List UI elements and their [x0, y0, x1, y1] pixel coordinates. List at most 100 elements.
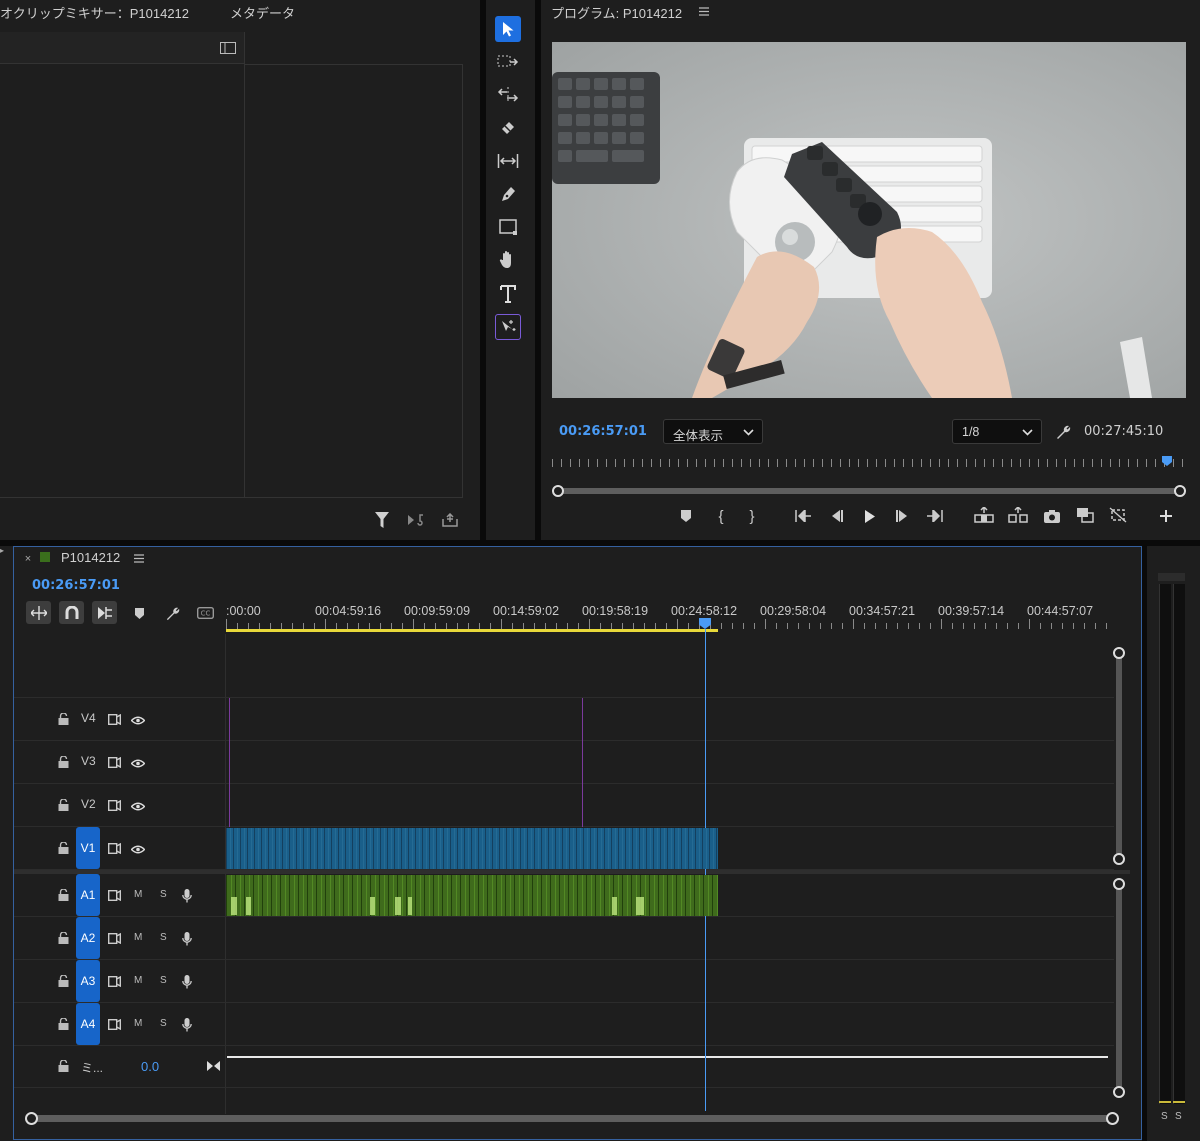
- lock-icon[interactable]: [56, 974, 70, 988]
- resolution-select[interactable]: 1/8: [952, 419, 1042, 444]
- mute-button[interactable]: M: [134, 889, 142, 900]
- pen-tool-icon[interactable]: [495, 181, 521, 207]
- mix-volume-value[interactable]: 0.0: [141, 1059, 159, 1074]
- work-area-bar[interactable]: [226, 629, 718, 632]
- timeline-horizontal-scrollbar[interactable]: [25, 1112, 1119, 1125]
- solo-button[interactable]: S: [160, 932, 167, 943]
- zoom-select[interactable]: 全体表示: [663, 419, 763, 444]
- mark-in-icon[interactable]: {: [713, 508, 729, 525]
- lock-icon[interactable]: [56, 1059, 70, 1073]
- rectangle-tool-icon[interactable]: [495, 214, 521, 240]
- panel-gutter-vertical-2[interactable]: [535, 0, 541, 540]
- solo-left-button[interactable]: S: [1161, 1111, 1168, 1122]
- voice-over-mic-icon[interactable]: [180, 888, 194, 904]
- lock-icon[interactable]: [56, 931, 70, 945]
- track-target-a4[interactable]: A4: [76, 1003, 100, 1045]
- tab-clip-mixer[interactable]: オクリップミキサー：P1014212: [0, 3, 189, 22]
- sync-lock-icon[interactable]: [106, 755, 122, 769]
- program-zoom-scrollbar[interactable]: [552, 485, 1186, 497]
- mix-volume-line[interactable]: [227, 1056, 1108, 1058]
- captions-icon[interactable]: CC: [195, 604, 215, 622]
- add-marker-icon[interactable]: [678, 508, 694, 524]
- eye-icon[interactable]: [130, 842, 146, 856]
- go-to-in-icon[interactable]: [793, 508, 813, 524]
- program-time-ruler[interactable]: [552, 456, 1186, 470]
- sync-lock-icon[interactable]: [106, 1017, 122, 1031]
- insert-audio-icon[interactable]: [407, 512, 427, 528]
- sync-lock-icon[interactable]: [106, 931, 122, 945]
- mark-out-icon[interactable]: }: [744, 508, 760, 525]
- track-target-a3[interactable]: A3: [76, 960, 100, 1002]
- track-target-a1[interactable]: A1: [76, 874, 100, 916]
- mute-button[interactable]: M: [134, 975, 142, 986]
- panel-layout-icon[interactable]: [219, 40, 237, 56]
- solo-button[interactable]: S: [160, 975, 167, 986]
- sync-lock-icon[interactable]: [106, 974, 122, 988]
- video-vertical-scrollbar[interactable]: [1113, 647, 1125, 865]
- panel-gutter-horizontal[interactable]: [0, 540, 1200, 546]
- mute-button[interactable]: M: [134, 1018, 142, 1029]
- lock-icon[interactable]: [56, 755, 70, 769]
- export-frame-icon[interactable]: [1042, 507, 1062, 525]
- mix-panner-icon[interactable]: [205, 1059, 221, 1073]
- settings-wrench-icon[interactable]: [1054, 423, 1072, 441]
- eye-icon[interactable]: [130, 799, 146, 813]
- lock-icon[interactable]: [56, 888, 70, 902]
- voice-over-mic-icon[interactable]: [180, 931, 194, 947]
- filter-icon[interactable]: [373, 511, 391, 529]
- nest-sequences-icon[interactable]: [26, 601, 51, 624]
- timeline-settings-wrench-icon[interactable]: [163, 604, 181, 622]
- step-back-icon[interactable]: [827, 508, 847, 524]
- track-target-a2[interactable]: A2: [76, 917, 100, 959]
- export-icon[interactable]: [440, 512, 460, 528]
- sequence-tab-title[interactable]: P1014212: [61, 550, 120, 565]
- play-icon[interactable]: [860, 508, 880, 524]
- lock-icon[interactable]: [56, 841, 70, 855]
- sync-lock-icon[interactable]: [106, 798, 122, 812]
- track-label-v2[interactable]: V2: [81, 797, 96, 811]
- track-target-v1[interactable]: V1: [76, 827, 100, 869]
- program-current-timecode[interactable]: 00:26:57:01: [559, 424, 647, 439]
- video-clip-v1[interactable]: [226, 828, 718, 869]
- snap-magnet-icon[interactable]: [59, 601, 84, 624]
- eye-icon[interactable]: [130, 713, 146, 727]
- hand-tool-icon[interactable]: [495, 247, 521, 273]
- lock-icon[interactable]: [56, 1017, 70, 1031]
- solo-button[interactable]: S: [160, 1018, 167, 1029]
- scroll-handle-right[interactable]: [1174, 485, 1186, 497]
- scroll-handle-left[interactable]: [552, 485, 564, 497]
- remix-tool-icon[interactable]: [495, 314, 521, 340]
- program-title[interactable]: プログラム: P1014212: [551, 3, 682, 22]
- lock-icon[interactable]: [56, 798, 70, 812]
- audio-clip-a1[interactable]: [226, 875, 718, 916]
- slip-tool-icon[interactable]: [495, 148, 521, 174]
- go-to-out-icon[interactable]: [925, 508, 945, 524]
- tab-metadata[interactable]: メタデータ: [230, 3, 295, 22]
- step-forward-icon[interactable]: [892, 508, 912, 524]
- mute-button[interactable]: M: [134, 932, 142, 943]
- linked-selection-icon[interactable]: [92, 601, 117, 624]
- solo-button[interactable]: S: [160, 889, 167, 900]
- track-label-v4[interactable]: V4: [81, 711, 96, 725]
- ripple-edit-tool-icon[interactable]: [495, 82, 521, 108]
- sync-lock-icon[interactable]: [106, 841, 122, 855]
- panel-menu-icon[interactable]: [133, 552, 145, 564]
- sequence-timecode[interactable]: 00:26:57:01: [32, 578, 120, 593]
- extract-icon[interactable]: [1007, 506, 1029, 524]
- sync-lock-icon[interactable]: [106, 888, 122, 902]
- audio-vertical-scrollbar[interactable]: [1113, 878, 1125, 1098]
- panel-gutter-vertical[interactable]: [480, 0, 486, 540]
- timeline-ruler[interactable]: :00:00 00:04:59:16 00:09:59:09 00:14:59:02 0…: [226, 602, 1116, 632]
- solo-right-button[interactable]: S: [1175, 1111, 1182, 1122]
- type-tool-icon[interactable]: [495, 281, 521, 307]
- voice-over-mic-icon[interactable]: [180, 1017, 194, 1033]
- close-tab-icon[interactable]: ×: [22, 553, 34, 565]
- voice-over-mic-icon[interactable]: [180, 974, 194, 990]
- add-marker-icon[interactable]: [131, 605, 147, 621]
- button-editor-plus-icon[interactable]: [1158, 508, 1174, 524]
- sync-lock-icon[interactable]: [106, 712, 122, 726]
- eye-icon[interactable]: [130, 756, 146, 770]
- track-select-tool-icon[interactable]: [495, 49, 521, 75]
- track-label-v3[interactable]: V3: [81, 754, 96, 768]
- lift-icon[interactable]: [973, 506, 995, 524]
